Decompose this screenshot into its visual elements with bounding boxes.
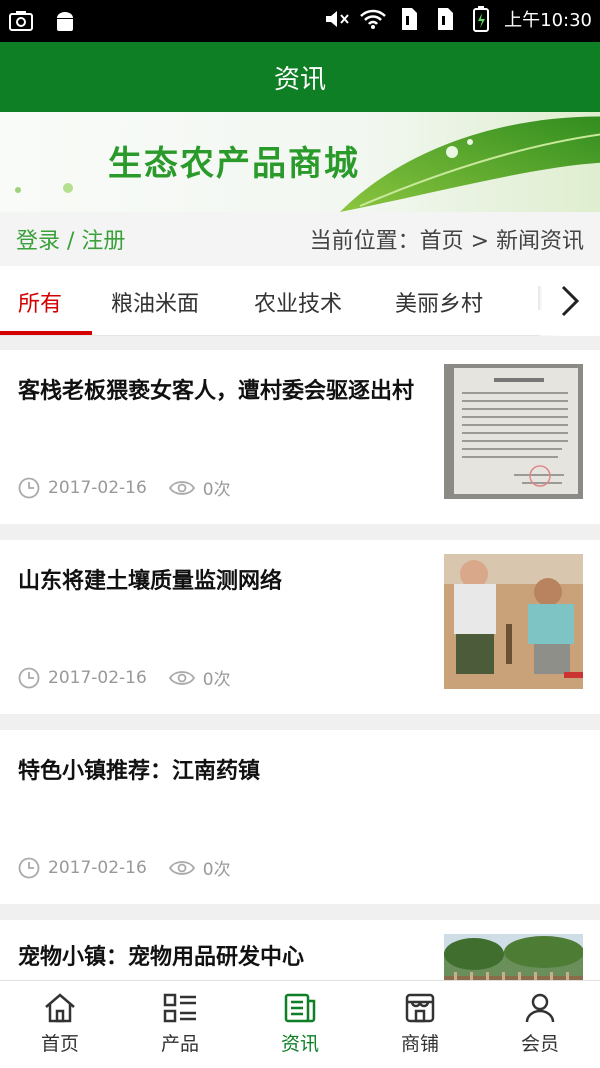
article-item[interactable]: 客栈老板猥亵女客人，遭村委会驱逐出村 2017-02-16 0次 (0, 350, 600, 524)
active-tab-indicator (0, 331, 92, 335)
category-tabs: 所有 粮油米面 农业技术 美丽乡村 (0, 266, 600, 336)
home-icon (45, 993, 75, 1023)
tab-all[interactable]: 所有 (18, 286, 62, 318)
article-views: 0次 (202, 670, 231, 690)
product-list-icon (163, 993, 196, 1023)
article-title[interactable]: 宠物小镇：宠物用品研发中心 (18, 942, 418, 973)
eye-icon (168, 670, 195, 685)
tab-grain-oil[interactable]: 粮油米面 (111, 286, 199, 318)
login-register-link[interactable]: 登录 / 注册 (16, 223, 125, 255)
article-meta: 2017-02-16 0次 (18, 665, 231, 690)
article-thumbnail[interactable] (444, 364, 583, 499)
sim1-icon (396, 6, 422, 32)
nav-news[interactable]: 资讯 (240, 981, 360, 1068)
mute-icon (324, 6, 350, 32)
article-meta: 2017-02-16 0次 (18, 475, 231, 500)
article-date: 2017-02-16 (48, 477, 147, 498)
page-header: 资讯 (0, 42, 600, 112)
news-icon (284, 993, 316, 1023)
article-item[interactable]: 特色小镇推荐：江南药镇 2017-02-16 0次 (0, 730, 600, 904)
login-breadcrumb-bar: 登录 / 注册 当前位置：首页 > 新闻资讯 (0, 212, 600, 266)
android-icon (52, 8, 78, 34)
nav-home-label: 首页 (40, 1033, 79, 1055)
nav-member-label: 会员 (520, 1033, 559, 1055)
clock-icon (18, 477, 40, 498)
banner: 生态农产品商城 (0, 112, 600, 212)
article-title[interactable]: 客栈老板猥亵女客人，遭村委会驱逐出村 (18, 376, 418, 407)
leaf-image (340, 116, 600, 212)
status-bar: 上午10:30 (0, 0, 600, 42)
article-title[interactable]: 特色小镇推荐：江南药镇 (18, 756, 418, 787)
article-views: 0次 (202, 480, 231, 500)
article-date: 2017-02-16 (48, 667, 147, 688)
article-meta: 2017-02-16 0次 (18, 855, 231, 880)
sim2-icon (432, 6, 458, 32)
tab-agri-tech[interactable]: 农业技术 (254, 286, 342, 318)
nav-products-label: 产品 (160, 1033, 199, 1055)
clock-icon (18, 857, 40, 878)
article-views: 0次 (202, 860, 231, 880)
shop-icon (405, 993, 435, 1023)
nav-member[interactable]: 会员 (480, 981, 600, 1068)
wifi-icon (360, 6, 387, 32)
nav-home[interactable]: 首页 (0, 981, 120, 1068)
breadcrumb: 当前位置：首页 > 新闻资讯 (309, 229, 584, 254)
clock-icon (18, 667, 40, 688)
member-icon (525, 993, 555, 1023)
battery-icon (468, 6, 494, 32)
nav-shops[interactable]: 商铺 (360, 981, 480, 1068)
tab-beautiful-village[interactable]: 美丽乡村 (395, 286, 483, 318)
eye-icon (168, 860, 195, 875)
article-date: 2017-02-16 (48, 857, 147, 878)
nav-products[interactable]: 产品 (120, 981, 240, 1068)
article-thumbnail[interactable] (444, 554, 583, 689)
screenshot-icon (8, 8, 34, 34)
article-title[interactable]: 山东将建土壤质量监测网络 (18, 566, 418, 597)
chevron-right-icon (561, 285, 580, 317)
nav-shops-label: 商铺 (400, 1033, 439, 1055)
nav-news-label: 资讯 (280, 1033, 319, 1055)
tabs-scroll-right-button[interactable] (540, 266, 600, 336)
article-item[interactable]: 山东将建土壤质量监测网络 2017-02-16 0次 (0, 540, 600, 714)
page-title: 资讯 (273, 64, 326, 95)
eye-icon (168, 480, 195, 495)
bottom-navigation: 首页 产品 资讯 商铺 会员 (0, 980, 600, 1068)
clock-text: 上午10:30 (504, 10, 592, 31)
droplets-decoration (15, 183, 73, 193)
